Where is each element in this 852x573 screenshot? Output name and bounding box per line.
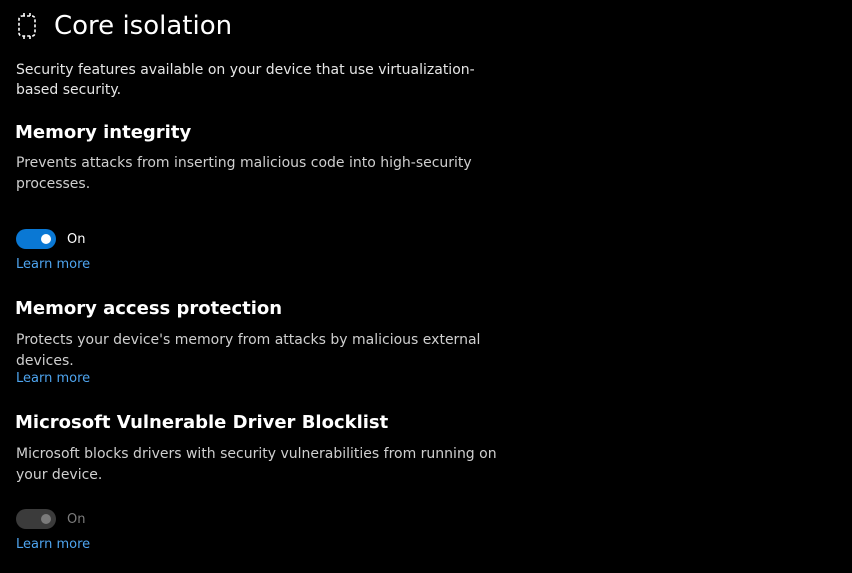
driver-blocklist-toggle[interactable] [16,509,56,529]
toggle-knob [41,514,51,524]
toggle-knob [41,234,51,244]
memory-integrity-description: Prevents attacks from inserting maliciou… [16,155,472,192]
driver-blocklist-description: Microsoft blocks drivers with security v… [16,446,497,483]
memory-access-protection-learn-more-link[interactable]: Learn more [16,371,90,386]
memory-integrity-learn-more-link[interactable]: Learn more [16,257,90,272]
page-title: Core isolation [54,11,233,41]
memory-integrity-title: Memory integrity [15,122,192,143]
memory-access-protection-description: Protects your device's memory from attac… [16,332,481,369]
memory-integrity-toggle-label: On [67,231,86,247]
page-description: Security features available on your devi… [16,62,475,98]
memory-access-protection-title: Memory access protection [15,298,283,319]
driver-blocklist-toggle-row: On [16,509,85,529]
driver-blocklist-title: Microsoft Vulnerable Driver Blocklist [15,412,389,433]
memory-integrity-toggle[interactable] [16,229,56,249]
memory-integrity-toggle-row: On [16,229,85,249]
driver-blocklist-learn-more-link[interactable]: Learn more [16,537,90,552]
driver-blocklist-toggle-label: On [67,511,86,527]
core-isolation-chip-icon [16,12,38,40]
page-header [16,12,38,40]
